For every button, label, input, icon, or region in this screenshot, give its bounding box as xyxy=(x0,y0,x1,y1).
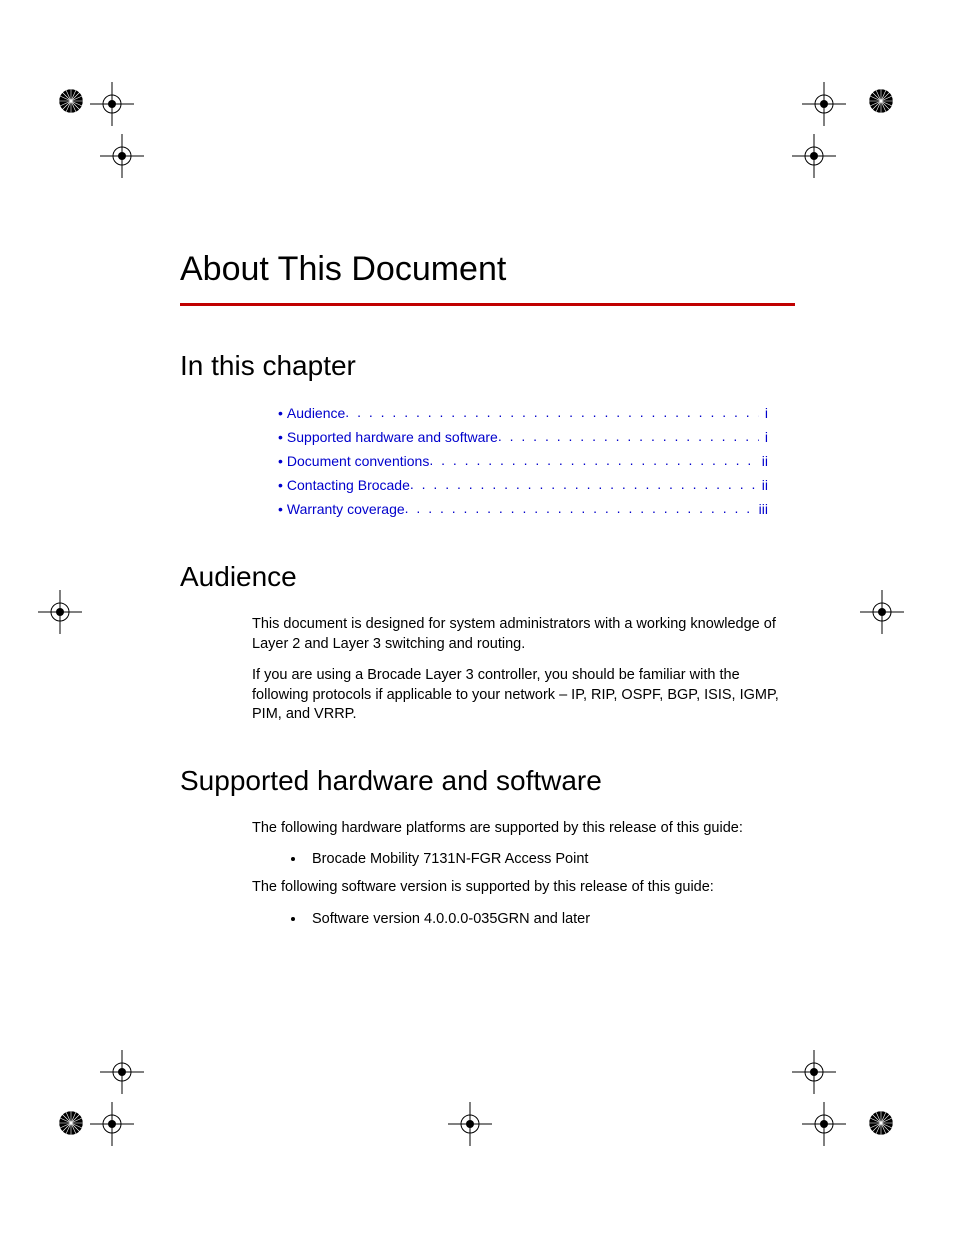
list-item: Brocade Mobility 7131N-FGR Access Point xyxy=(306,850,792,870)
title-rule xyxy=(180,303,795,306)
registration-mark-icon xyxy=(100,1050,144,1094)
toc-label: Warranty coverage xyxy=(287,501,405,517)
registration-mark-icon xyxy=(802,82,846,126)
bullet-icon: • xyxy=(278,477,283,493)
bullet-icon: • xyxy=(278,501,283,517)
paragraph: If you are using a Brocade Layer 3 contr… xyxy=(252,666,792,725)
toc-page-number: ii xyxy=(756,453,768,469)
bullet-icon: • xyxy=(278,405,283,421)
toc-item[interactable]: • Document conventions ii xyxy=(278,452,768,469)
toc-page-number: i xyxy=(759,429,768,445)
toc-item[interactable]: • Audience i xyxy=(278,404,768,421)
document-title: About This Document xyxy=(180,250,795,289)
registration-mark-icon xyxy=(860,590,904,634)
paragraph: The following software version is suppor… xyxy=(252,878,792,898)
toc-label: Document conventions xyxy=(287,453,429,469)
toc-label: Contacting Brocade xyxy=(287,477,410,493)
toc-leader xyxy=(410,476,756,490)
registration-mark-icon xyxy=(38,590,82,634)
toc-item[interactable]: • Contacting Brocade ii xyxy=(278,476,768,493)
crop-ornament-icon xyxy=(58,1110,84,1136)
list-item: Software version 4.0.0.0-035GRN and late… xyxy=(306,910,792,930)
bullet-icon: • xyxy=(278,453,283,469)
toc-item[interactable]: • Supported hardware and software i xyxy=(278,428,768,445)
audience-body: This document is designed for system adm… xyxy=(252,615,792,725)
registration-mark-icon xyxy=(100,134,144,178)
bullet-list: Brocade Mobility 7131N-FGR Access Point xyxy=(252,850,792,870)
bullet-list: Software version 4.0.0.0-035GRN and late… xyxy=(252,910,792,930)
toc-page-number: iii xyxy=(753,501,768,517)
toc-leader xyxy=(345,404,759,418)
supported-body: The following hardware platforms are sup… xyxy=(252,819,792,929)
toc-label: Supported hardware and software xyxy=(287,429,498,445)
toc-leader xyxy=(498,428,759,442)
toc-page-number: ii xyxy=(756,477,768,493)
crop-ornament-icon xyxy=(868,88,894,114)
registration-mark-icon xyxy=(448,1102,492,1146)
registration-mark-icon xyxy=(90,1102,134,1146)
page-content: About This Document In this chapter • Au… xyxy=(180,250,795,969)
section-audience: Audience xyxy=(180,561,795,593)
registration-mark-icon xyxy=(792,134,836,178)
paragraph: The following hardware platforms are sup… xyxy=(252,819,792,839)
toc-item[interactable]: • Warranty coverage iii xyxy=(278,500,768,517)
toc-leader xyxy=(429,452,755,466)
paragraph: This document is designed for system adm… xyxy=(252,615,792,654)
section-in-this-chapter: In this chapter xyxy=(180,350,795,382)
crop-ornament-icon xyxy=(868,1110,894,1136)
registration-mark-icon xyxy=(90,82,134,126)
crop-ornament-icon xyxy=(58,88,84,114)
toc-leader xyxy=(405,500,753,514)
registration-mark-icon xyxy=(802,1102,846,1146)
section-supported-hw-sw: Supported hardware and software xyxy=(180,765,795,797)
toc-label: Audience xyxy=(287,405,345,421)
bullet-icon: • xyxy=(278,429,283,445)
table-of-contents: • Audience i • Supported hardware and so… xyxy=(278,404,768,517)
toc-page-number: i xyxy=(759,405,768,421)
registration-mark-icon xyxy=(792,1050,836,1094)
